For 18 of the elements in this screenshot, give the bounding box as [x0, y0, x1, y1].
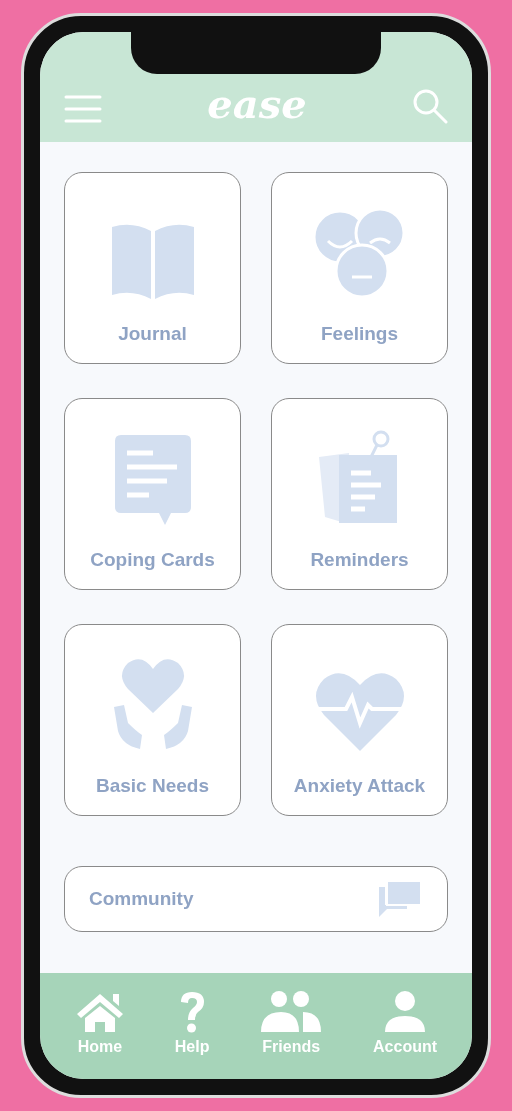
feature-tile[interactable]: Coping Cards [64, 398, 241, 590]
feature-tile[interactable]: Anxiety Attack [271, 624, 448, 816]
nav-item[interactable]: Help [168, 989, 216, 1057]
feature-tile[interactable]: Journal [64, 172, 241, 364]
menu-icon [64, 94, 102, 124]
nav-item[interactable]: Home [68, 989, 131, 1057]
menu-button[interactable] [64, 94, 102, 124]
feature-tile[interactable]: Reminders [271, 398, 448, 590]
nav-item[interactable]: Account [367, 989, 444, 1057]
account-icon [383, 990, 428, 1034]
search-icon [412, 88, 448, 124]
nav-item[interactable]: Friends [253, 989, 330, 1057]
search-button[interactable] [412, 88, 448, 124]
friends-icon [259, 990, 324, 1034]
feature-tile[interactable]: Basic Needs [64, 624, 241, 816]
feature-tile[interactable]: Feelings [271, 172, 448, 364]
chat-bubbles-icon [377, 879, 423, 919]
community-button[interactable]: Community [64, 866, 448, 932]
